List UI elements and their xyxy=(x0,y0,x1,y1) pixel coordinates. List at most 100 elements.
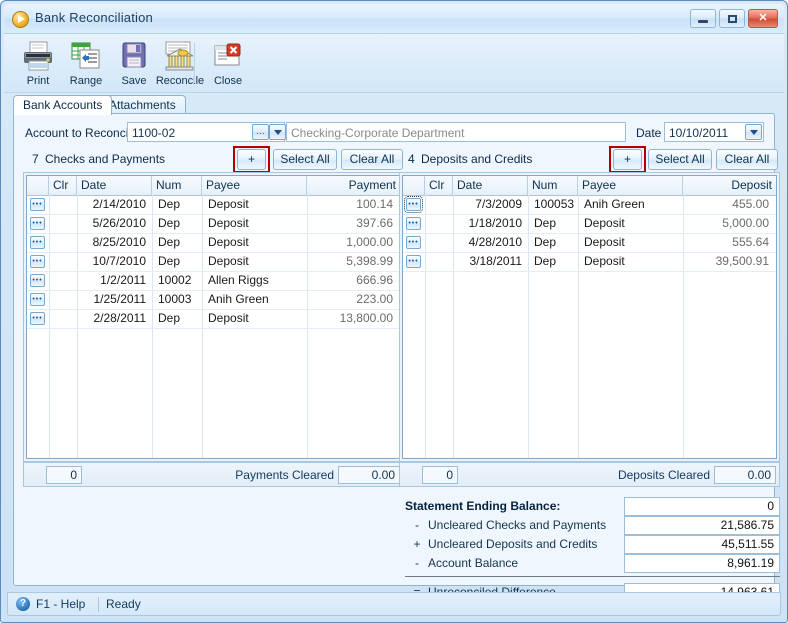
deposits-cleared-count: 0 xyxy=(422,466,458,484)
table-row[interactable]: ••• 1/18/2010 Dep Deposit 5,000.00 xyxy=(403,214,776,234)
printer-icon xyxy=(21,40,55,72)
cell-num: 100053 xyxy=(534,197,575,211)
table-row[interactable]: ••• 7/3/2009 100053 Anih Green 455.00 xyxy=(403,195,776,215)
cell-num: Dep xyxy=(158,197,181,211)
table-row[interactable]: ••• 4/28/2010 Dep Deposit 555.64 xyxy=(403,233,776,253)
row-menu-button[interactable]: ••• xyxy=(406,217,421,230)
cell-clr[interactable] xyxy=(49,290,77,309)
summary-sign: + xyxy=(413,537,421,551)
row-menu-button[interactable]: ••• xyxy=(30,293,45,306)
left-panel-count: 7 xyxy=(32,152,39,166)
cell-date: 1/18/2010 xyxy=(468,216,522,230)
row-menu-button[interactable]: ••• xyxy=(30,236,45,249)
col-header-payment: Payment xyxy=(348,178,396,192)
tab-bank-accounts[interactable]: Bank Accounts xyxy=(13,95,113,115)
cell-clr[interactable] xyxy=(49,214,77,233)
cell-amount: 666.96 xyxy=(356,273,393,287)
col-header-date: Date xyxy=(77,176,152,195)
cell-clr[interactable] xyxy=(49,309,77,328)
row-menu-button[interactable]: ••• xyxy=(404,196,423,213)
row-menu-button[interactable]: ••• xyxy=(406,236,421,249)
row-menu-button[interactable]: ••• xyxy=(30,312,45,325)
deposits-and-credits-grid[interactable]: Clr Date Num Payee Deposit ••• 7/3/2009 10… xyxy=(402,175,777,459)
help-text[interactable]: F1 - Help xyxy=(36,597,85,611)
application-window: Bank Reconciliation ✕ Print Range Save R… xyxy=(0,0,788,623)
cell-clr[interactable] xyxy=(425,252,453,271)
cell-amount: 223.00 xyxy=(356,292,393,306)
cell-amount: 100.14 xyxy=(356,197,393,211)
toolbar-button-range[interactable]: Range xyxy=(60,37,112,89)
deposits-cleared-label: Deposits Cleared xyxy=(617,468,710,482)
cell-clr[interactable] xyxy=(49,271,77,290)
right-select-all-button[interactable]: Select All xyxy=(648,149,712,170)
left-select-all-button[interactable]: Select All xyxy=(273,149,337,170)
play-circle-icon xyxy=(12,11,29,28)
row-menu-button[interactable]: ••• xyxy=(30,255,45,268)
table-row[interactable]: ••• 5/26/2010 Dep Deposit 397.66 xyxy=(27,214,400,234)
table-row[interactable]: ••• 1/25/2011 10003 Anih Green 223.00 xyxy=(27,290,400,310)
cell-amount: 555.64 xyxy=(732,235,769,249)
checks-and-payments-grid[interactable]: Clr Date Num Payee Payment ••• 2/14/2010 D… xyxy=(26,175,401,459)
checks-grid-footer: 0 Payments Cleared 0.00 xyxy=(23,462,404,487)
summary-label: Account Balance xyxy=(428,556,519,570)
col-header-date: Date xyxy=(453,176,528,195)
maximize-icon xyxy=(720,10,744,27)
cell-amount: 5,000.00 xyxy=(722,216,769,230)
cell-date: 5/26/2010 xyxy=(92,216,146,230)
table-row[interactable]: ••• 1/2/2011 10002 Allen Riggs 666.96 xyxy=(27,271,400,291)
cell-clr[interactable] xyxy=(425,195,453,214)
cell-payee: Deposit xyxy=(208,216,249,230)
row-menu-button[interactable]: ••• xyxy=(406,255,421,268)
cell-clr[interactable] xyxy=(49,252,77,271)
summary-sign: - xyxy=(415,518,419,532)
deposits-cleared-total: 0.00 xyxy=(714,466,776,484)
cell-amount: 1,000.00 xyxy=(346,235,393,249)
window-controls: ✕ xyxy=(690,9,778,28)
row-menu-button[interactable]: ••• xyxy=(30,198,45,211)
table-row[interactable]: ••• 2/28/2011 Dep Deposit 13,800.00 xyxy=(27,309,400,329)
right-clear-all-button[interactable]: Clear All xyxy=(716,149,778,170)
toolbar-separator xyxy=(194,43,195,83)
bank-building-icon xyxy=(163,40,197,72)
cell-num: 10003 xyxy=(158,292,192,306)
cell-clr[interactable] xyxy=(49,195,77,214)
window-title: Bank Reconciliation xyxy=(35,10,153,25)
cell-date: 8/25/2010 xyxy=(92,235,146,249)
toolbar-button-print[interactable]: Print xyxy=(12,37,64,89)
title-bar[interactable]: Bank Reconciliation ✕ xyxy=(4,4,784,34)
window-inner: Bank Reconciliation ✕ Print Range Save R… xyxy=(4,4,784,619)
cell-clr[interactable] xyxy=(49,233,77,252)
summary-value[interactable]: 0 xyxy=(624,497,780,516)
close-window-icon xyxy=(211,40,245,72)
minimize-button[interactable] xyxy=(690,9,716,28)
cell-amount: 5,398.99 xyxy=(346,254,393,268)
account-lookup-button[interactable]: … xyxy=(252,124,269,140)
cell-date: 4/28/2010 xyxy=(468,235,522,249)
table-row[interactable]: ••• 3/18/2011 Dep Deposit 39,500.91 xyxy=(403,252,776,272)
left-add-button[interactable]: + xyxy=(237,149,266,170)
tab-strip: Bank Accounts Attachments xyxy=(4,92,784,115)
table-row[interactable]: ••• 2/14/2010 Dep Deposit 100.14 xyxy=(27,195,400,215)
table-row[interactable]: ••• 10/7/2010 Dep Deposit 5,398.99 xyxy=(27,252,400,272)
row-menu-button[interactable]: ••• xyxy=(30,217,45,230)
row-menu-button[interactable]: ••• xyxy=(30,274,45,287)
cell-num: Dep xyxy=(158,311,181,325)
date-dropdown-button[interactable] xyxy=(745,124,762,140)
maximize-button[interactable] xyxy=(719,9,745,28)
cell-clr[interactable] xyxy=(425,233,453,252)
cell-clr[interactable] xyxy=(425,214,453,233)
close-button[interactable]: ✕ xyxy=(748,9,778,28)
toolbar: Print Range Save Reconcile Close xyxy=(4,34,784,93)
cell-payee: Deposit xyxy=(208,197,249,211)
right-add-button[interactable]: + xyxy=(613,149,642,170)
cell-num: Dep xyxy=(158,254,181,268)
toolbar-button-reconcile[interactable]: Reconcile xyxy=(150,37,210,89)
left-clear-all-button[interactable]: Clear All xyxy=(341,149,403,170)
tab-attachments-label: Attachments xyxy=(109,98,176,112)
toolbar-label-range: Range xyxy=(69,75,103,87)
account-dropdown-button[interactable] xyxy=(269,124,286,140)
table-row[interactable]: ••• 8/25/2010 Dep Deposit 1,000.00 xyxy=(27,233,400,253)
right-panel-count: 4 xyxy=(408,152,415,166)
toolbar-button-close[interactable]: Close xyxy=(202,37,254,89)
cell-amount: 13,800.00 xyxy=(339,311,393,325)
